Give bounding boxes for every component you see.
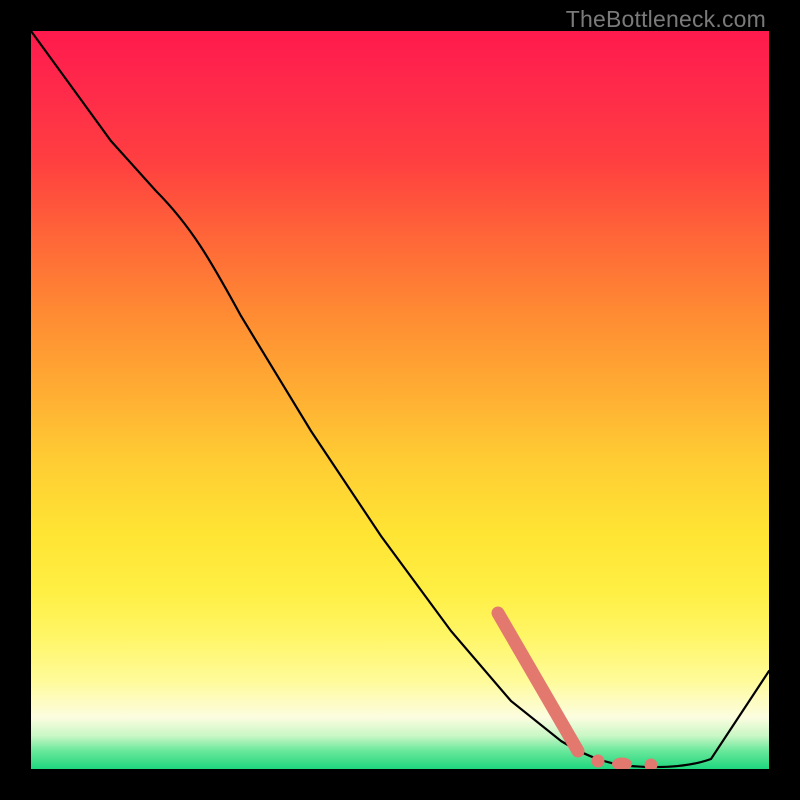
watermark-text: TheBottleneck.com xyxy=(566,6,766,33)
plot-area xyxy=(31,31,769,769)
highlight-dot xyxy=(612,758,632,770)
highlight-dot xyxy=(645,759,658,770)
highlight-segment xyxy=(498,613,578,751)
chart-frame: TheBottleneck.com xyxy=(0,0,800,800)
bottleneck-curve xyxy=(31,31,769,767)
highlight-dot xyxy=(592,755,605,768)
chart-svg xyxy=(31,31,769,769)
